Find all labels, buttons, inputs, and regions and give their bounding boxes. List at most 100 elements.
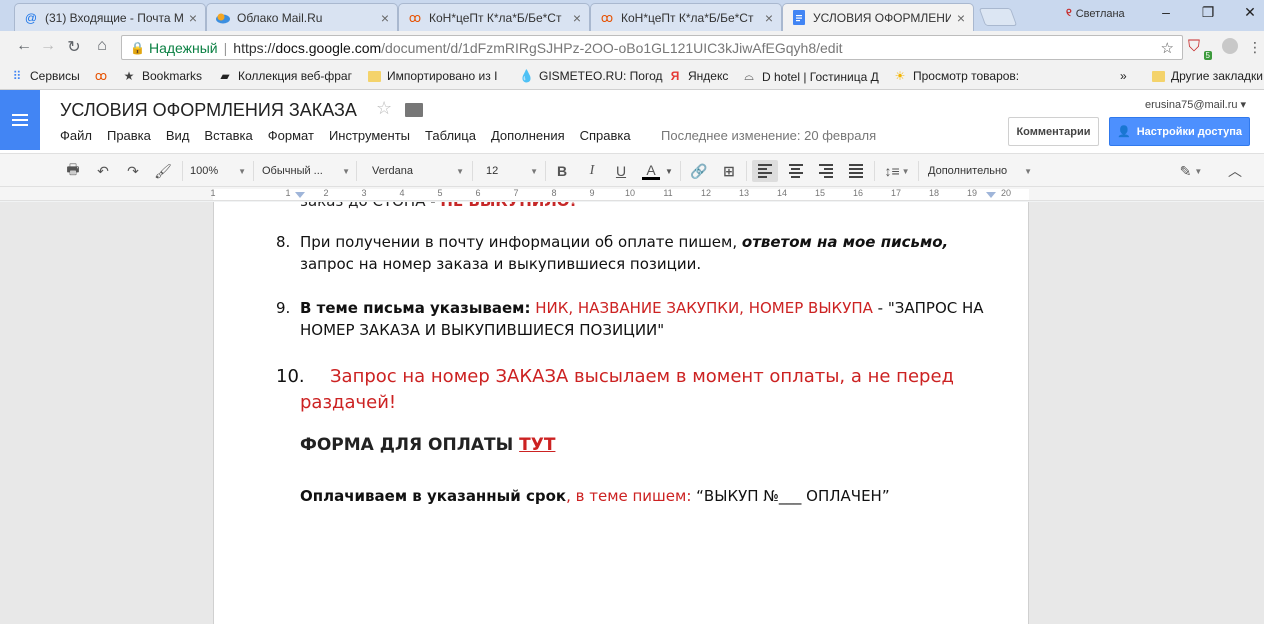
- cloud-icon: [215, 10, 231, 26]
- bold-icon[interactable]: B: [552, 160, 572, 182]
- menu-tools[interactable]: Инструменты: [329, 128, 410, 143]
- justify-icon[interactable]: [844, 160, 868, 182]
- italic-icon[interactable]: I: [582, 160, 602, 182]
- bookmark-club[interactable]: ꝏ: [94, 69, 108, 83]
- close-tab-icon[interactable]: ×: [573, 10, 581, 26]
- bookmark-imported[interactable]: Импортировано из I: [368, 69, 497, 83]
- close-tab-icon[interactable]: ×: [189, 10, 197, 26]
- document-page[interactable]: заказ до СТОПА - НЕ ВЫКУПИЛО! 8. При пол…: [213, 202, 1029, 624]
- menu-view[interactable]: Вид: [166, 128, 190, 143]
- bookmarks-overflow-button[interactable]: »: [1120, 69, 1127, 83]
- more-tools-select[interactable]: Дополнительно ▼: [928, 160, 1032, 182]
- bookmark-collection[interactable]: ▰ Коллекция веб-фраг: [218, 69, 352, 83]
- style-select[interactable]: Обычный ... ▼: [262, 160, 350, 182]
- lock-icon: 🔒: [130, 40, 145, 55]
- comments-button[interactable]: Комментарии: [1008, 117, 1099, 146]
- bookmark-apps[interactable]: ⠿ Сервисы: [10, 69, 80, 83]
- extension-shield-icon[interactable]: ⛉ 5: [1188, 38, 1212, 60]
- align-left-icon[interactable]: [752, 160, 778, 182]
- menu-table[interactable]: Таблица: [425, 128, 476, 143]
- align-center-icon[interactable]: [784, 160, 808, 182]
- docs-home-icon[interactable]: [0, 90, 40, 150]
- print-icon[interactable]: 🖶: [62, 160, 84, 182]
- align-right-icon[interactable]: [814, 160, 838, 182]
- bookmark-yandex[interactable]: Я Яндекс: [668, 69, 729, 83]
- close-tab-icon[interactable]: ×: [381, 10, 389, 26]
- line-spacing-icon[interactable]: ↕≡ ▼: [880, 160, 914, 182]
- browser-tab-club-1[interactable]: ꝏ КоН*цеПт К*ла*Б/Бе*Ст ×: [398, 3, 590, 31]
- folder-icon[interactable]: [405, 103, 423, 117]
- indent-marker-icon[interactable]: [295, 192, 305, 198]
- person-icon: 👤: [1116, 126, 1131, 138]
- add-comment-icon[interactable]: ⊞: [718, 160, 740, 182]
- bookmark-star-icon[interactable]: ☆: [1161, 39, 1174, 57]
- menu-format[interactable]: Формат: [268, 128, 314, 143]
- browser-tab-cloud[interactable]: Облако Mail.Ru ×: [206, 3, 398, 31]
- profile-name: Светлана: [1075, 7, 1125, 20]
- text-color-icon[interactable]: A: [640, 160, 662, 182]
- people-icon: ꝏ: [94, 69, 108, 83]
- yandex-icon: Я: [670, 69, 680, 83]
- font-select[interactable]: Verdana ▼: [372, 160, 464, 182]
- redo-icon[interactable]: ↷: [122, 160, 144, 182]
- forward-icon[interactable]: →: [38, 37, 58, 55]
- last-edit-link[interactable]: Последнее изменение: 20 февраля: [661, 128, 876, 143]
- bookmark-gismeteo[interactable]: 💧 GISMETEO.RU: Погод: [519, 69, 663, 83]
- profile-badge[interactable]: ୧ Светлана: [1066, 7, 1125, 20]
- browser-tab-docs[interactable]: УСЛОВИЯ ОФОРМЛЕНИ ×: [782, 3, 974, 31]
- star-icon[interactable]: ☆: [376, 98, 392, 119]
- font-size-select[interactable]: 12 ▼: [486, 160, 538, 182]
- close-tab-icon[interactable]: ×: [957, 10, 965, 26]
- menu-insert[interactable]: Вставка: [204, 128, 252, 143]
- account-menu[interactable]: erusina75@mail.ru ▾: [1145, 98, 1246, 111]
- browser-tab-mail[interactable]: @ (31) Входящие - Почта Ma ×: [14, 3, 206, 31]
- bookmark-products[interactable]: ☀ Просмотр товаров:: [893, 69, 1020, 83]
- new-tab-button[interactable]: [978, 8, 1018, 26]
- tab-title: КоН*цеПт К*ла*Б/Бе*Ст: [621, 10, 754, 25]
- right-margin-marker-icon[interactable]: [986, 192, 996, 198]
- people-icon: ꝏ: [408, 10, 422, 25]
- docs-header: УСЛОВИЯ ОФОРМЛЕНИЯ ЗАКАЗА ☆ Файл Правка …: [0, 90, 1264, 153]
- menu-edit[interactable]: Правка: [107, 128, 151, 143]
- people-icon: ꝏ: [600, 10, 614, 25]
- editing-mode-icon[interactable]: ✎ ▼: [1176, 160, 1206, 182]
- home-icon[interactable]: ⌂: [92, 37, 112, 55]
- menu-file[interactable]: Файл: [60, 128, 92, 143]
- paint-format-icon[interactable]: 🖌: [152, 160, 174, 182]
- zoom-select[interactable]: 100% ▼: [190, 160, 246, 182]
- menu-help[interactable]: Справка: [580, 128, 631, 143]
- browser-tab-strip: @ (31) Входящие - Почта Ma × Облако Mail…: [0, 0, 1264, 31]
- document-canvas[interactable]: заказ до СТОПА - НЕ ВЫКУПИЛО! 8. При пол…: [0, 202, 1264, 624]
- back-icon[interactable]: ←: [14, 37, 34, 55]
- secure-label: Надежный: [148, 39, 218, 56]
- sun-icon: ☀: [894, 69, 906, 83]
- browser-tab-club-2[interactable]: ꝏ КоН*цеПт К*ла*Б/Бе*Ст ×: [590, 3, 782, 31]
- restore-icon[interactable]: ❐: [1196, 4, 1220, 21]
- list-item-8: 8. При получении в почту информации об о…: [276, 233, 949, 273]
- share-button[interactable]: 👤 Настройки доступа: [1109, 117, 1250, 146]
- docs-menu-bar: Файл Правка Вид Вставка Формат Инструмен…: [60, 128, 646, 143]
- document-title[interactable]: УСЛОВИЯ ОФОРМЛЕНИЯ ЗАКАЗА: [60, 100, 357, 121]
- menu-addons[interactable]: Дополнения: [491, 128, 565, 143]
- tab-title: УСЛОВИЯ ОФОРМЛЕНИ: [813, 10, 951, 25]
- underline-icon[interactable]: U: [611, 160, 631, 182]
- undo-icon[interactable]: ↶: [92, 160, 114, 182]
- docs-icon: [791, 10, 807, 26]
- address-bar[interactable]: 🔒 Надежный | https://docs.google.com/doc…: [121, 35, 1183, 60]
- bookmark-bookmarks[interactable]: ★ Bookmarks: [122, 69, 202, 83]
- minimize-icon[interactable]: –: [1154, 4, 1178, 20]
- extension-icon[interactable]: [1222, 38, 1238, 54]
- link-icon[interactable]: 🔗: [688, 160, 710, 182]
- reload-icon[interactable]: ↻: [64, 37, 84, 57]
- clipped-line: заказ до СТОПА - НЕ ВЫКУПИЛО!: [300, 202, 576, 210]
- collapse-icon[interactable]: ︿: [1224, 160, 1246, 182]
- close-window-icon[interactable]: ✕: [1238, 4, 1262, 21]
- close-tab-icon[interactable]: ×: [765, 10, 773, 26]
- payment-form-link[interactable]: ТУТ: [519, 435, 555, 455]
- docs-toolbar: 🖶 ↶ ↷ 🖌 100% ▼ Обычный ... ▼ Verdana ▼ 12 ▼ …: [0, 153, 1264, 187]
- address-toolbar: ← → ↻ ⌂ 🔒 Надежный | https://docs.google…: [0, 31, 1264, 63]
- browser-menu-icon[interactable]: ⋮: [1248, 39, 1262, 56]
- text-color-caret-icon[interactable]: ▼: [664, 160, 674, 182]
- bookmark-other[interactable]: Другие закладки: [1152, 69, 1263, 83]
- bookmark-hotel[interactable]: ⌓ D hotel | Гостиница Д: [742, 69, 878, 84]
